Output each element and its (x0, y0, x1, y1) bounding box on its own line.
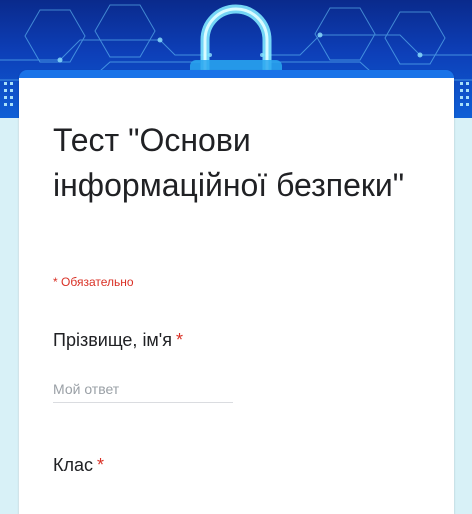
required-note: * Обязательно (53, 275, 134, 289)
right-background-strip (454, 118, 472, 514)
form-title: Тест "Основи інформаційної безпеки" (53, 122, 405, 203)
question-class-label: Клас * (53, 455, 104, 476)
question-name-label: Прізвище, ім'я * (53, 330, 183, 351)
left-background-strip (0, 118, 18, 514)
required-asterisk: * (97, 455, 105, 475)
question-name-text: Прізвище, ім'я (53, 330, 172, 350)
form-card: Тест "Основи інформаційної безпеки" * Об… (19, 70, 454, 514)
name-answer-input[interactable] (53, 376, 233, 403)
question-class-text: Клас (53, 455, 93, 475)
required-asterisk: * (176, 330, 184, 350)
